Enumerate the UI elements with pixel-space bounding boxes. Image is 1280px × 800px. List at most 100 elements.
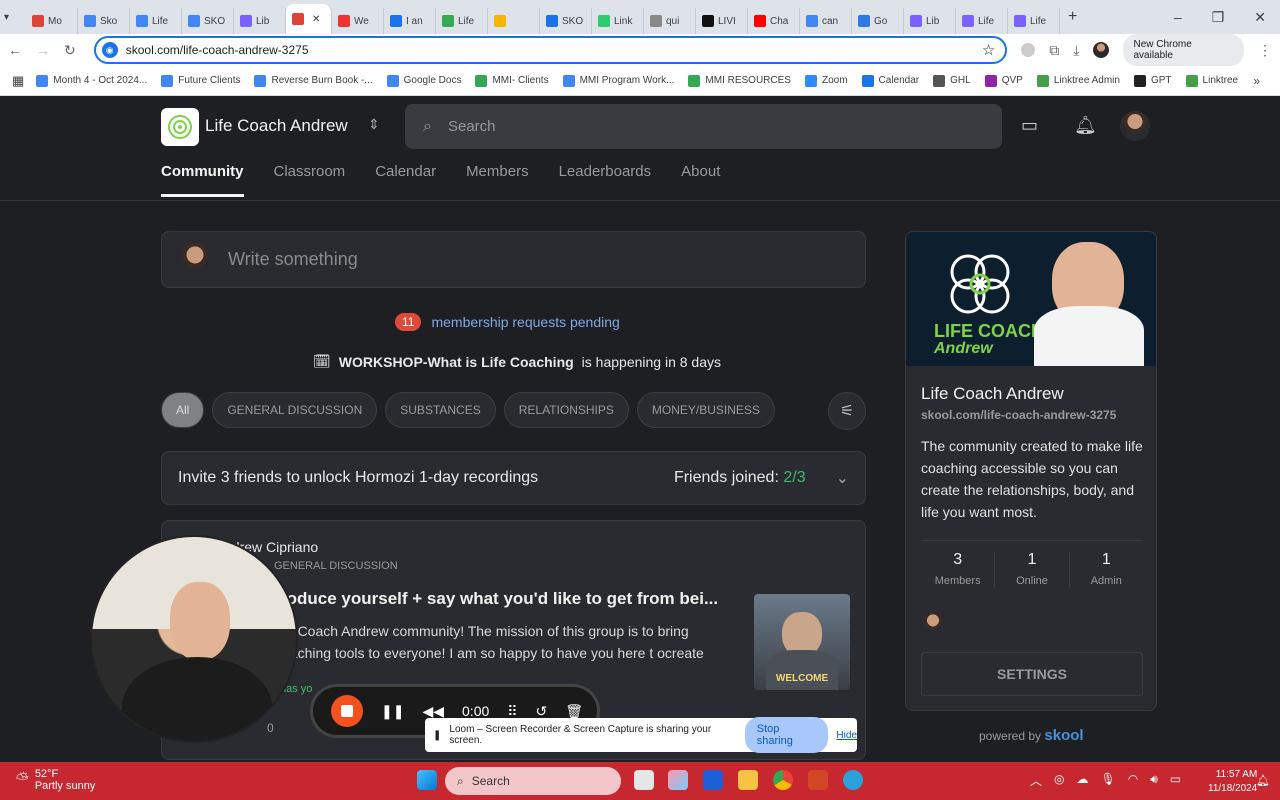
- bookmark-item[interactable]: Zoom: [804, 74, 848, 87]
- bookmark-item[interactable]: GHL: [933, 74, 971, 87]
- bookmark-item[interactable]: Month 4 - Oct 2024...: [36, 74, 147, 87]
- upcoming-event[interactable]: 🗓︎ WORKSHOP-What is Life Coaching is hap…: [313, 353, 721, 370]
- nav-tab-community[interactable]: Community: [161, 163, 244, 197]
- post-composer[interactable]: Write something: [161, 231, 866, 288]
- loom-webcam-bubble[interactable]: [90, 535, 298, 743]
- close-window-icon[interactable]: ✕: [1254, 9, 1266, 26]
- filter-chip-relationships[interactable]: RELATIONSHIPS: [503, 392, 629, 428]
- browser-tab[interactable]: Lib: [234, 8, 286, 34]
- hide-link[interactable]: Hide: [836, 730, 857, 741]
- browser-tab[interactable]: [488, 8, 540, 34]
- stat-members[interactable]: 3 Members: [921, 551, 996, 587]
- download-icon[interactable]: ⤓: [1073, 42, 1079, 59]
- clock[interactable]: 11:57 AM 11/18/2024: [1208, 768, 1257, 796]
- post-title[interactable]: roduce yourself + say what you'd like to…: [280, 589, 718, 609]
- bookmark-item[interactable]: Reverse Burn Book -...: [254, 74, 373, 87]
- stat-admin[interactable]: 1 Admin: [1070, 551, 1143, 587]
- browser-tab[interactable]: Link: [592, 8, 644, 34]
- file-explorer-icon[interactable]: [738, 770, 758, 790]
- stop-recording-button[interactable]: [331, 695, 363, 727]
- bookmark-item[interactable]: Calendar: [861, 74, 919, 87]
- stop-sharing-button[interactable]: Stop sharing: [744, 717, 829, 753]
- restart-icon[interactable]: ↺: [536, 703, 548, 720]
- task-view-icon[interactable]: [634, 770, 654, 790]
- browser-tab[interactable]: SKO: [182, 8, 234, 34]
- notifications-icon[interactable]: 🔔︎: [1256, 774, 1270, 787]
- forward-icon[interactable]: →: [36, 42, 50, 58]
- maximize-icon[interactable]: ❐: [1212, 9, 1225, 26]
- apps-grid-icon[interactable]: ▦: [12, 73, 24, 89]
- group-switcher-chevron-icon[interactable]: ⇕: [368, 116, 380, 133]
- browser-tab[interactable]: Life: [130, 8, 182, 34]
- copilot-icon[interactable]: [668, 770, 688, 790]
- delete-icon[interactable]: 🗑︎: [565, 703, 583, 720]
- battery-icon[interactable]: ▭: [1170, 772, 1181, 789]
- notification-bell-icon[interactable]: 🔔︎: [1074, 115, 1097, 136]
- browser-tab[interactable]: Life: [436, 8, 488, 34]
- bookmark-star-icon[interactable]: ☆: [982, 41, 995, 59]
- bookmark-item[interactable]: Future Clients: [161, 74, 240, 87]
- browser-tab[interactable]: ✕: [286, 4, 332, 34]
- bookmark-item[interactable]: MMI RESOURCES: [688, 74, 791, 87]
- tray-app-icon[interactable]: ◎: [1054, 772, 1064, 789]
- pause-icon[interactable]: ❚❚: [381, 703, 404, 720]
- search-bar[interactable]: ⌕ Search: [405, 104, 1002, 149]
- user-avatar[interactable]: [1120, 111, 1150, 141]
- browser-tab[interactable]: I an: [384, 8, 436, 34]
- browser-tab[interactable]: Cha: [748, 8, 800, 34]
- tray-chevron-icon[interactable]: ︿: [1030, 772, 1042, 789]
- extension-k-icon[interactable]: [1021, 43, 1036, 57]
- onedrive-icon[interactable]: ☁: [1077, 772, 1089, 789]
- browser-tab[interactable]: We: [332, 8, 384, 34]
- nav-tab-members[interactable]: Members: [466, 163, 529, 197]
- bookmark-item[interactable]: Linktree Admin: [1036, 74, 1120, 87]
- expand-chevron-icon[interactable]: ⌄: [836, 468, 849, 488]
- browser-tab[interactable]: Lib: [904, 8, 956, 34]
- back-icon[interactable]: ←: [8, 42, 22, 58]
- powered-by[interactable]: powered by skool: [979, 727, 1084, 744]
- bookmark-item[interactable]: GPT: [1133, 74, 1172, 87]
- filter-chip-general-discussion[interactable]: GENERAL DISCUSSION: [212, 392, 378, 428]
- extensions-puzzle-icon[interactable]: ⧉: [1049, 42, 1059, 59]
- nav-tab-about[interactable]: About: [681, 163, 720, 197]
- profile-avatar[interactable]: [1093, 42, 1110, 58]
- online-member-avatar[interactable]: [921, 612, 945, 636]
- pending-requests[interactable]: 11 membership requests pending: [395, 313, 620, 331]
- chat-icon[interactable]: ▭: [1021, 115, 1038, 136]
- chrome-taskbar-icon[interactable]: [773, 770, 793, 790]
- mic-icon[interactable]: 🎙︎: [1101, 772, 1116, 789]
- bookmark-item[interactable]: Google Docs: [386, 74, 461, 87]
- new-chrome-available-button[interactable]: New Chrome available: [1123, 34, 1245, 66]
- group-name[interactable]: Life Coach Andrew: [205, 116, 348, 136]
- drag-handle-icon[interactable]: ⠿: [507, 703, 517, 720]
- pending-requests-link[interactable]: membership requests pending: [431, 314, 619, 330]
- browser-tab[interactable]: can: [800, 8, 852, 34]
- store-icon[interactable]: [703, 770, 723, 790]
- more-bookmarks-icon[interactable]: »: [1253, 74, 1260, 88]
- browser-tab[interactable]: Life: [956, 8, 1008, 34]
- bookmark-item[interactable]: QVP: [984, 74, 1023, 87]
- minimize-icon[interactable]: –: [1174, 9, 1182, 26]
- browser-tab[interactable]: Mo: [26, 8, 78, 34]
- stat-online[interactable]: 1 Online: [995, 551, 1070, 587]
- browser-tab[interactable]: Life: [1008, 8, 1060, 34]
- bookmark-item[interactable]: MMI Program Work...: [562, 74, 674, 87]
- group-logo[interactable]: [161, 108, 199, 146]
- taskbar-search[interactable]: ⌕ Search: [445, 767, 621, 795]
- settings-button[interactable]: SETTINGS: [921, 652, 1143, 696]
- sidebar-group-url[interactable]: skool.com/life-coach-andrew-3275: [921, 408, 1116, 422]
- invite-banner[interactable]: Invite 3 friends to unlock Hormozi 1-day…: [161, 451, 866, 505]
- close-tab-icon[interactable]: ✕: [312, 14, 320, 25]
- search-input[interactable]: Search: [448, 118, 496, 135]
- browser-tab[interactable]: qui: [644, 8, 696, 34]
- telegram-icon[interactable]: [843, 770, 863, 790]
- nav-tab-calendar[interactable]: Calendar: [375, 163, 436, 197]
- event-title[interactable]: WORKSHOP-What is Life Coaching: [339, 354, 574, 370]
- skool-logo[interactable]: skool: [1044, 727, 1083, 744]
- bookmark-item[interactable]: Linktree: [1185, 74, 1238, 87]
- browser-tab[interactable]: Go: [852, 8, 904, 34]
- filter-chip-all[interactable]: All: [161, 392, 205, 428]
- new-tab-icon[interactable]: +: [1068, 8, 1077, 26]
- rewind-icon[interactable]: ◀◀: [422, 703, 444, 720]
- url-bar[interactable]: ◉ skool.com/life-coach-andrew-3275 ☆: [93, 36, 1008, 64]
